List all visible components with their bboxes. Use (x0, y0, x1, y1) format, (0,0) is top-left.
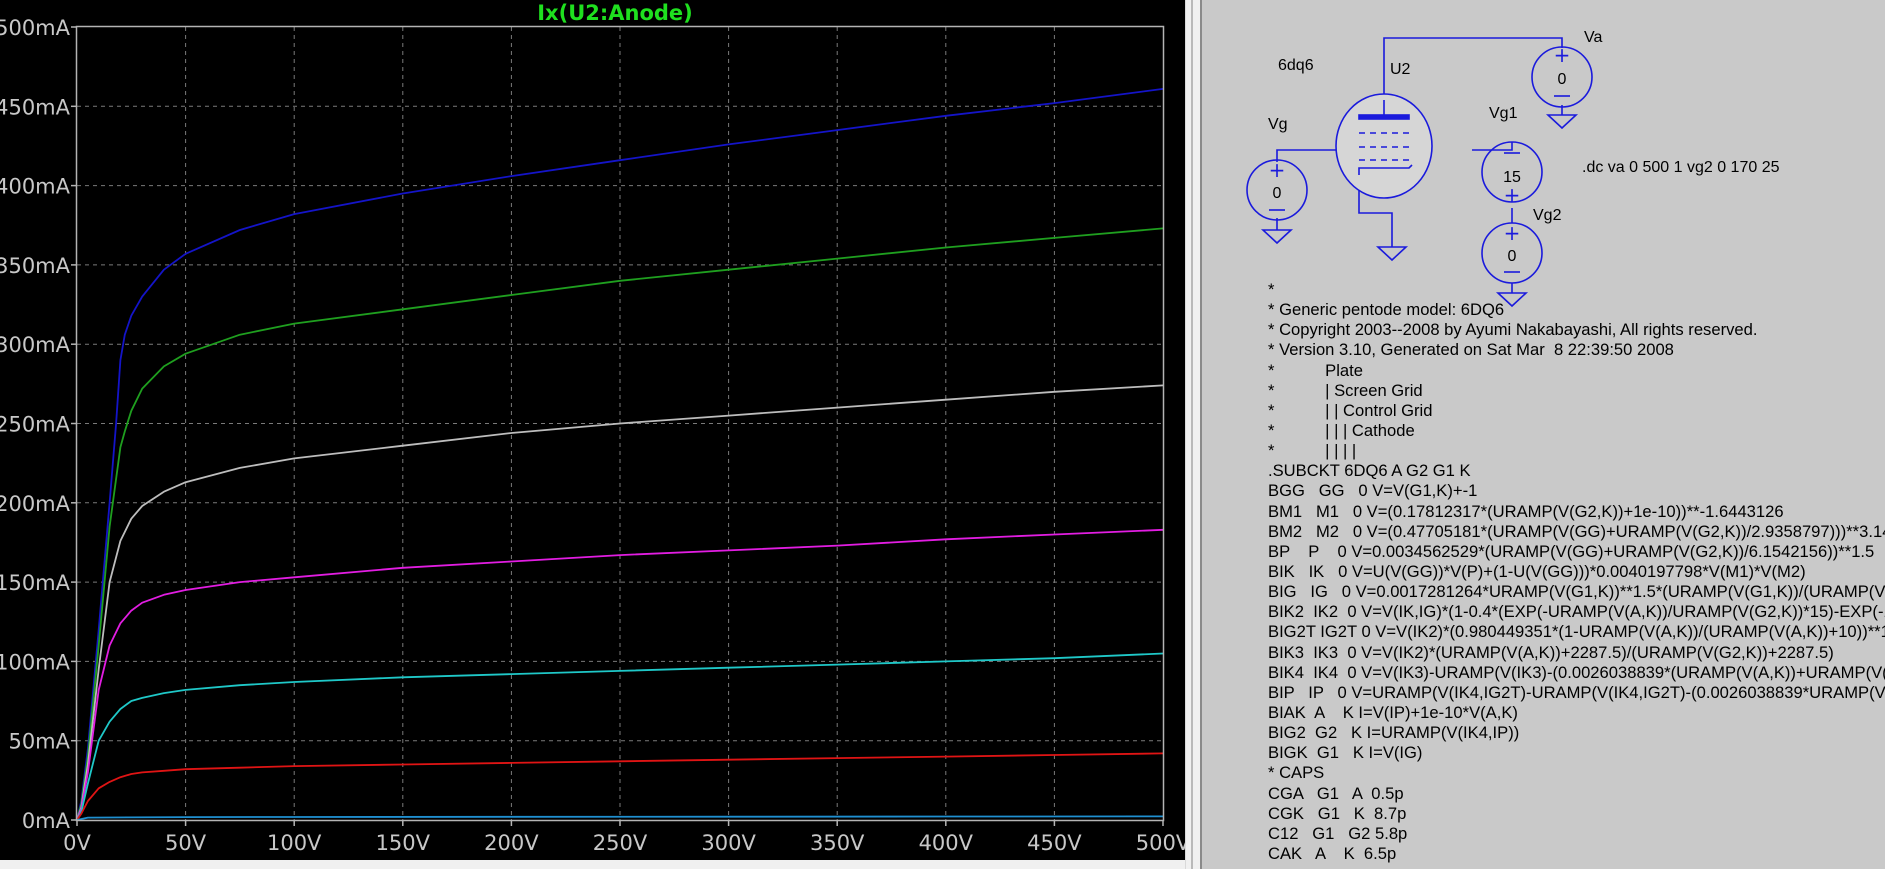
netlist-line: BGG GG 0 V=V(G1,K)+-1 (1268, 481, 1478, 501)
netlist-line: .SUBCKT 6DQ6 A G2 G1 K (1268, 461, 1471, 481)
x-tick-label: 50V (165, 831, 207, 855)
pentode-tube-symbol[interactable] (1335, 93, 1433, 199)
netlist-line: BIG2 G2 K I=URAMP(V(IK4,IP)) (1268, 723, 1520, 743)
y-tick-label: 450mA (0, 95, 71, 119)
x-tick-label: 0V (63, 831, 91, 855)
source-name-label[interactable]: Vg1 (1489, 105, 1518, 122)
y-tick-label: 500mA (0, 16, 71, 40)
netlist-line: BIK3 IK3 0 V=V(IK2)*(URAMP(V(A,K))+2287.… (1268, 642, 1834, 662)
svg-text:+: + (1504, 183, 1521, 207)
netlist-line: CAK A K 6.5p (1268, 843, 1397, 863)
netlist-line: BIAK A K I=V(IP)+1e-10*V(A,K) (1268, 702, 1518, 722)
schematic-pane[interactable]: 6dq6 U2 + 0 Va + 0 Vg 15 + Vg1 + 0 Vg2 .… (1200, 0, 1885, 869)
source-value: 0 (1508, 248, 1517, 265)
netlist-line: * | | | Cathode (1268, 420, 1415, 440)
netlist-line: BM2 M2 0 V=(0.47705181*(URAMP(V(GG)+URAM… (1268, 521, 1885, 541)
ground-symbol[interactable] (1375, 246, 1409, 262)
x-tick-label: 200V (484, 831, 539, 855)
y-tick-label: 0mA (22, 809, 71, 833)
tube-model-label[interactable]: 6dq6 (1278, 57, 1314, 74)
pane-splitter[interactable] (1185, 0, 1200, 869)
source-value: 0 (1273, 185, 1282, 202)
svg-text:+: + (1554, 43, 1571, 67)
ground-symbol[interactable] (1260, 229, 1294, 245)
trace-title[interactable]: Ix(U2:Anode) (537, 1, 693, 25)
x-tick-label: 500V (1136, 831, 1185, 855)
x-tick-label: 250V (593, 831, 648, 855)
y-tick-label: 100mA (0, 650, 71, 674)
netlist-line: BIK IK 0 V=U(V(GG))*V(P)+(1-U(V(GG)))*0.… (1268, 561, 1806, 581)
y-tick-label: 200mA (0, 492, 71, 516)
spice-directive[interactable]: .dc va 0 500 1 vg2 0 170 25 (1582, 159, 1780, 176)
axis-tick-labels: 0V 50V 100V 150V 200V 250V 300V 350V 400V 450V 500… (0, 16, 1185, 855)
y-tick-label: 300mA (0, 333, 71, 357)
waveform-plot-pane[interactable]: Ix(U2:Anode) 0V 50V 100V 150V 200V 250V 300V 35… (0, 0, 1185, 860)
plot-grid (71, 26, 1164, 826)
x-tick-label: 400V (919, 831, 974, 855)
trace-curve-3[interactable] (76, 384, 1164, 821)
tube-ref-label[interactable]: U2 (1390, 61, 1411, 78)
netlist-line: * | | | | (1268, 441, 1357, 461)
netlist-line: BP P 0 V=0.0034562529*(URAMP(V(GG)+URAMP… (1268, 541, 1875, 561)
netlist-line: * | Screen Grid (1268, 380, 1423, 400)
netlist-line: BIGK G1 K I=V(IG) (1268, 743, 1423, 763)
y-tick-label: 250mA (0, 413, 71, 437)
x-tick-label: 100V (267, 831, 322, 855)
voltage-source-va[interactable]: + 0 (1531, 43, 1593, 108)
netlist-line: BM1 M1 0 V=(0.17812317*(URAMP(V(G2,K))+1… (1268, 501, 1784, 521)
y-tick-label: 150mA (0, 571, 71, 595)
x-tick-label: 450V (1027, 831, 1082, 855)
netlist-line: * (1268, 280, 1275, 299)
netlist-line: * CAPS (1268, 763, 1325, 783)
y-tick-label: 400mA (0, 175, 71, 199)
spice-model-netlist[interactable]: * * Generic pentode model: 6DQ6 * Copyrigh… (1268, 280, 1885, 864)
netlist-line: * Version 3.10, Generated on Sat Mar 8 2… (1268, 340, 1674, 360)
plot-status-strip (0, 860, 1185, 869)
netlist-line: CGK G1 K 8.7p (1268, 803, 1407, 823)
netlist-line: * Generic pentode model: 6DQ6 (1268, 300, 1505, 320)
netlist-line: BIG2T IG2T 0 V=V(IK2)*(0.980449351*(1-UR… (1268, 622, 1885, 642)
netlist-line: * Plate (1268, 360, 1363, 380)
netlist-line: BIK2 IK2 0 V=V(IK,IG)*(1-0.4*(EXP(-URAMP… (1268, 602, 1885, 622)
netlist-line: C12 G1 G2 5.8p (1268, 823, 1408, 843)
x-tick-label: 300V (701, 831, 756, 855)
source-name-label[interactable]: Va (1584, 29, 1602, 46)
source-name-label[interactable]: Vg2 (1533, 207, 1562, 224)
netlist-line: BIK4 IK4 0 V=V(IK3)-URAMP(V(IK3)-(0.0026… (1268, 662, 1885, 682)
source-value: 0 (1558, 71, 1567, 88)
svg-text:+: + (1504, 221, 1521, 245)
source-name-label[interactable]: Vg (1268, 116, 1288, 133)
y-tick-label: 350mA (0, 254, 71, 278)
x-tick-label: 150V (376, 831, 431, 855)
netlist-line: CGA G1 A 0.5p (1268, 783, 1404, 803)
y-tick-label: 50mA (8, 730, 70, 754)
svg-text:+: + (1269, 158, 1286, 182)
netlist-line: BIG IG 0 V=0.0017281264*URAMP(V(G1,K))**… (1268, 582, 1885, 602)
netlist-line: * | | Control Grid (1268, 400, 1433, 420)
x-tick-label: 350V (810, 831, 865, 855)
ground-symbol[interactable] (1545, 114, 1579, 130)
voltage-source-vg1[interactable]: 15 + (1481, 141, 1543, 207)
voltage-source-vg2[interactable]: + 0 (1481, 221, 1543, 284)
voltage-source-vg[interactable]: + 0 (1246, 158, 1308, 221)
netlist-line: * Copyright 2003--2008 by Ayumi Nakabaya… (1268, 320, 1758, 340)
waveform-plot[interactable]: Ix(U2:Anode) 0V 50V 100V 150V 200V 250V 300V 35… (0, 0, 1185, 860)
netlist-line: BIP IP 0 V=URAMP(V(IK4,IG2T)-URAMP(V(IK4… (1268, 682, 1885, 702)
